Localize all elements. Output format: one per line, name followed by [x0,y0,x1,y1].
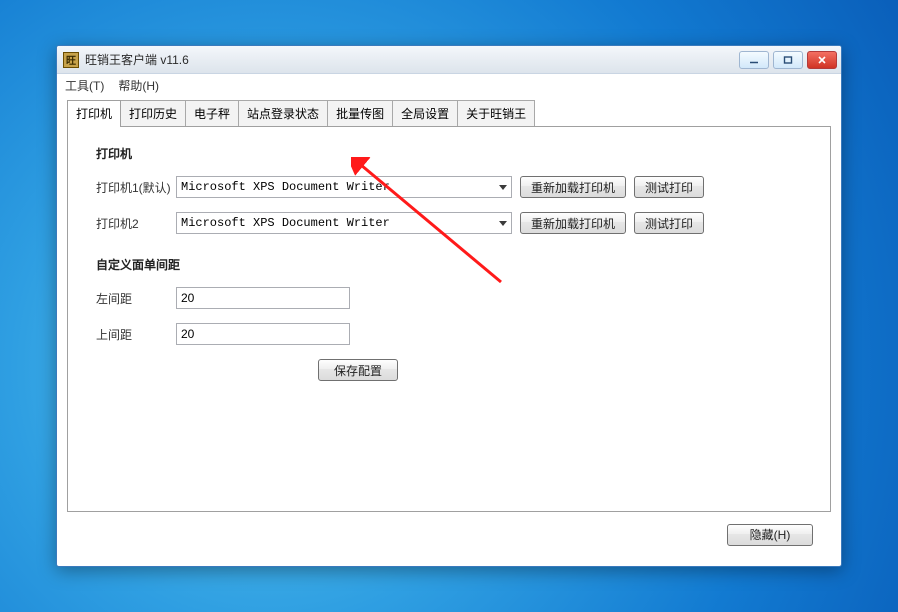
row-top-margin: 上间距 [96,323,802,345]
section-title-printer: 打印机 [96,145,802,162]
label-left-margin: 左间距 [96,290,176,307]
tab-page-printer: 打印机 打印机1(默认) Microsoft XPS Document Writ… [67,126,831,512]
menu-help[interactable]: 帮助(H) [118,77,159,94]
minimize-icon [748,55,760,65]
menubar: 工具(T) 帮助(H) [57,74,841,96]
menu-tools[interactable]: 工具(T) [65,77,104,94]
footer: 隐藏(H) [67,512,831,556]
combo-printer2-value: Microsoft XPS Document Writer [181,216,390,230]
row-printer2: 打印机2 Microsoft XPS Document Writer 重新加载打… [96,212,802,234]
app-window: 旺 旺销王客户端 v11.6 工具(T) 帮助(H) [56,45,842,567]
hide-button[interactable]: 隐藏(H) [727,524,813,546]
minimize-button[interactable] [739,51,769,69]
tab-print-history[interactable]: 打印历史 [120,100,186,126]
combo-printer1-value: Microsoft XPS Document Writer [181,180,390,194]
input-top-margin[interactable] [176,323,350,345]
tab-batch-upload[interactable]: 批量传图 [327,100,393,126]
section-title-margin: 自定义面单间距 [96,256,802,273]
label-printer1: 打印机1(默认) [96,179,176,196]
window-title: 旺销王客户端 v11.6 [85,51,189,68]
tab-login-status[interactable]: 站点登录状态 [238,100,328,126]
row-left-margin: 左间距 [96,287,802,309]
maximize-button[interactable] [773,51,803,69]
tab-global[interactable]: 全局设置 [392,100,458,126]
tab-about[interactable]: 关于旺销王 [457,100,535,126]
tab-strip: 打印机 打印历史 电子秤 站点登录状态 批量传图 全局设置 关于旺销王 [67,100,831,126]
test-print-1-button[interactable]: 测试打印 [634,176,704,198]
titlebar[interactable]: 旺 旺销王客户端 v11.6 [57,46,841,74]
test-print-2-button[interactable]: 测试打印 [634,212,704,234]
chevron-down-icon [499,183,507,191]
reload-printers-2-button[interactable]: 重新加载打印机 [520,212,626,234]
label-top-margin: 上间距 [96,326,176,343]
desktop-background: 旺 旺销王客户端 v11.6 工具(T) 帮助(H) [0,0,898,612]
combo-printer2[interactable]: Microsoft XPS Document Writer [176,212,512,234]
app-icon: 旺 [63,52,79,68]
client-area: 打印机 打印历史 电子秤 站点登录状态 批量传图 全局设置 关于旺销王 打印机 … [57,96,841,566]
row-printer1: 打印机1(默认) Microsoft XPS Document Writer 重… [96,176,802,198]
label-printer2: 打印机2 [96,215,176,232]
reload-printers-1-button[interactable]: 重新加载打印机 [520,176,626,198]
close-icon [816,55,828,65]
combo-printer1[interactable]: Microsoft XPS Document Writer [176,176,512,198]
close-button[interactable] [807,51,837,69]
tab-printer[interactable]: 打印机 [67,100,121,127]
save-config-button[interactable]: 保存配置 [318,359,398,381]
maximize-icon [782,55,794,65]
tab-scale[interactable]: 电子秤 [185,100,239,126]
input-left-margin[interactable] [176,287,350,309]
chevron-down-icon [499,219,507,227]
